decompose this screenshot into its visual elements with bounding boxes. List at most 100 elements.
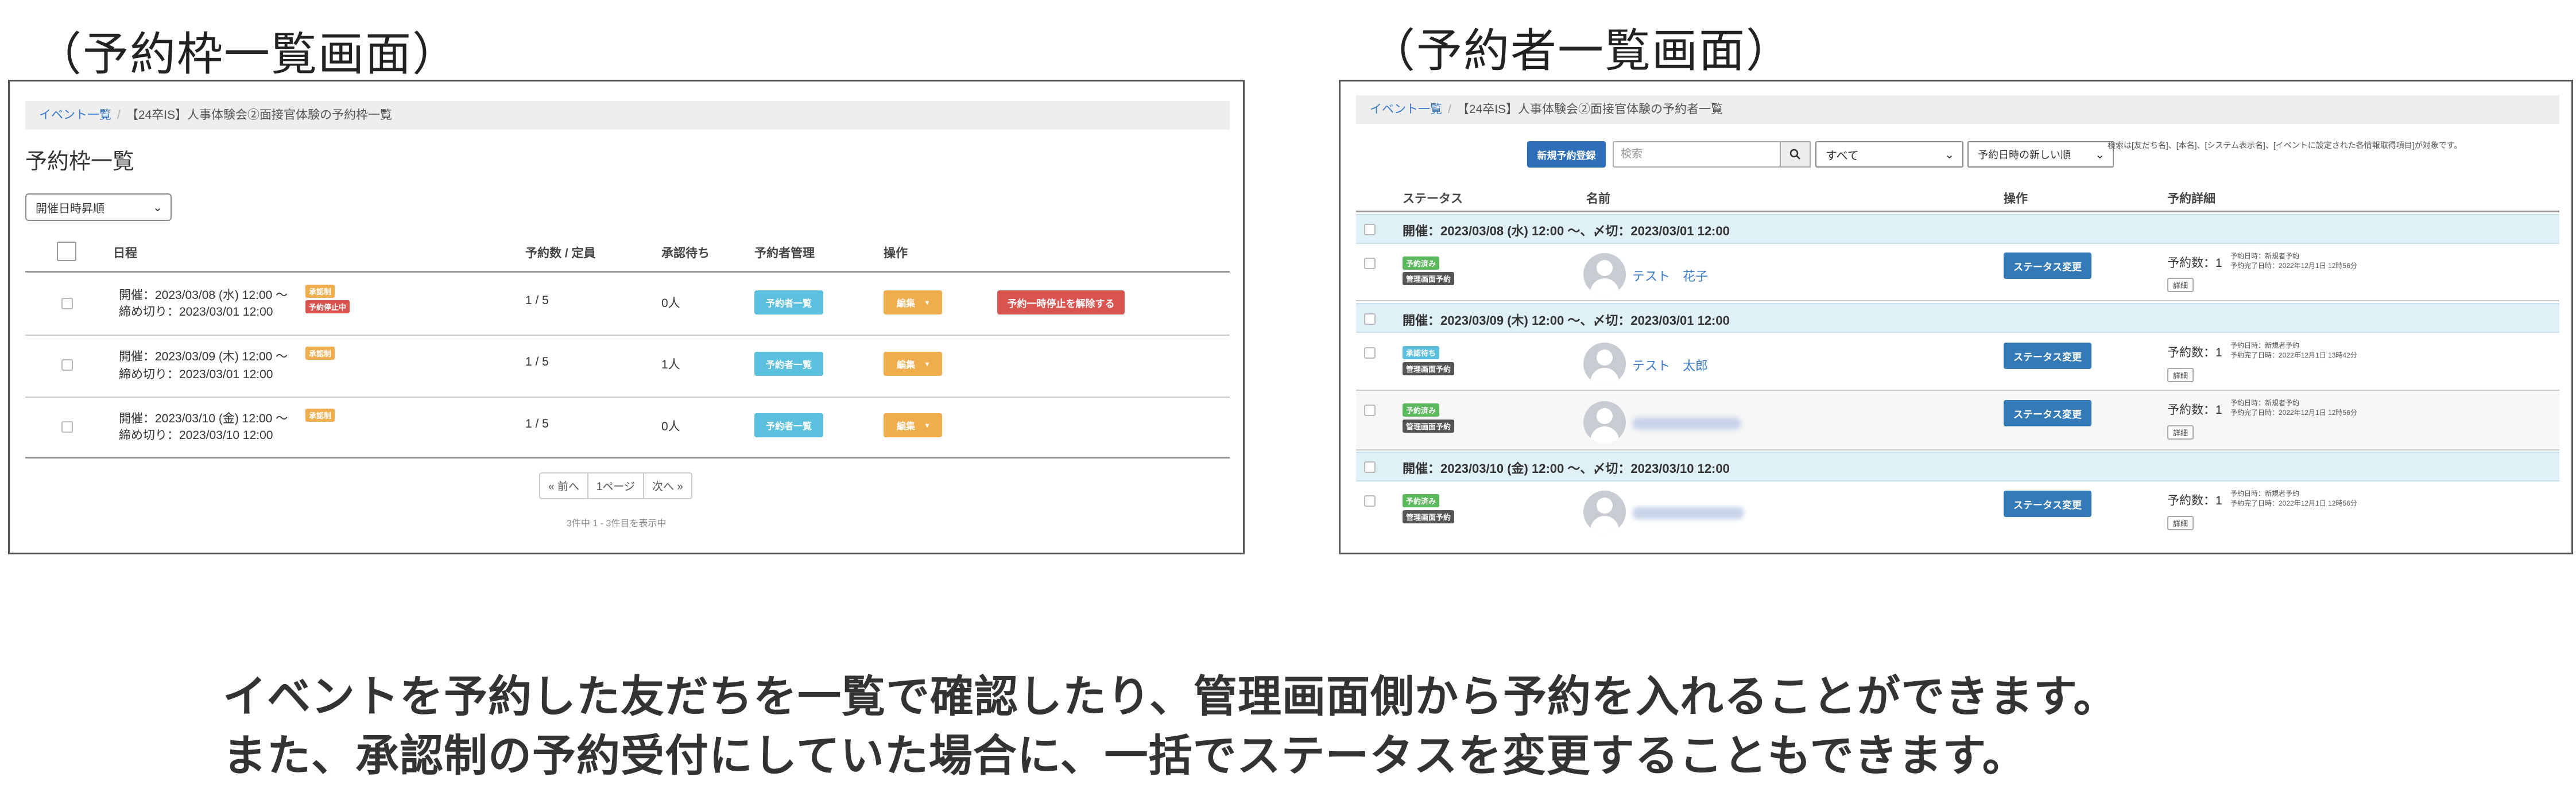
- slot-start: 開催：2023/03/08 (水) 12:00 〜: [119, 289, 288, 302]
- row-checkbox[interactable]: [1364, 495, 1376, 507]
- search-button[interactable]: [1780, 141, 1811, 168]
- caret-down-icon: ▾: [925, 421, 929, 429]
- page-title: 予約枠一覧: [25, 150, 135, 174]
- row-checkbox[interactable]: [1364, 258, 1376, 269]
- breadcrumb-separator: /: [1448, 103, 1451, 116]
- group-checkbox[interactable]: [1364, 224, 1376, 235]
- reservation-count: 予約数：1: [2167, 346, 2222, 359]
- status-change-button[interactable]: ステータス変更: [2004, 253, 2091, 279]
- breadcrumb: イベント一覧 / 【24卒IS】人事体験会②面接官体験の予約者一覧: [1356, 95, 2559, 124]
- edit-button[interactable]: 編集 ▾: [884, 290, 942, 314]
- detail-button[interactable]: 詳細: [2167, 278, 2194, 292]
- source-badge: 管理画面予約: [1403, 272, 1455, 285]
- row-checkbox[interactable]: [61, 298, 73, 309]
- edit-button[interactable]: 編集 ▾: [884, 413, 942, 437]
- slot-start: 開催：2023/03/09 (木) 12:00 〜: [119, 350, 288, 363]
- description-line-1: イベントを予約した友だちを一覧で確認したり、管理画面側から予約を入れることができ…: [223, 671, 2118, 722]
- reservation-slot-list-panel: イベント一覧 / 【24卒IS】人事体験会②面接官体験の予約枠一覧 予約枠一覧 開催…: [8, 80, 1245, 554]
- sort-select[interactable]: 開催日時昇順 ⌄: [25, 193, 172, 221]
- reservation-list-button[interactable]: 予約者一覧: [754, 352, 823, 376]
- status-change-button[interactable]: ステータス変更: [2004, 400, 2091, 426]
- column-header-count: 予約数 / 定員: [525, 247, 596, 260]
- reservation-completed-at: 予約完了日時：2022年12月1日 12時56分: [2230, 409, 2357, 417]
- row-checkbox[interactable]: [1364, 347, 1376, 359]
- reservation-type: 予約日時：新規者予約: [2230, 399, 2300, 407]
- group-label: 開催：2023/03/08 (水) 12:00 〜、〆切：2023/03/01 …: [1403, 224, 1730, 238]
- table-bottom-divider: [25, 457, 1230, 459]
- blurred-name: [1632, 507, 1744, 519]
- column-header-pending: 承認待ち: [661, 247, 710, 260]
- group-checkbox[interactable]: [1364, 461, 1376, 473]
- chevron-down-icon: ⌄: [153, 201, 162, 214]
- pager-current[interactable]: 1ページ: [588, 473, 645, 498]
- row-divider: [1356, 449, 2559, 450]
- left-section-heading: （予約枠一覧画面）: [36, 28, 459, 81]
- source-badge: 管理画面予約: [1403, 362, 1455, 375]
- approval-badge: 承認制: [305, 285, 335, 298]
- right-section-heading: （予約者一覧画面）: [1369, 24, 1793, 77]
- reservant-name[interactable]: テスト 太郎: [1632, 356, 1708, 374]
- slot-pending: 0人: [661, 420, 680, 433]
- search-input[interactable]: 検索: [1613, 141, 1781, 168]
- blurred-name: [1632, 417, 1741, 430]
- caret-down-icon: ▾: [925, 298, 929, 306]
- description-line-2: また、承認制の予約受付にしていた場合に、一括でステータスを変更することもできます…: [223, 730, 2027, 781]
- column-header-name: 名前: [1586, 192, 1610, 205]
- column-header-status: ステータス: [1403, 192, 1463, 205]
- new-reservation-button[interactable]: 新規予約登録: [1527, 141, 1606, 168]
- edit-label: 編集: [896, 299, 915, 309]
- status-change-button[interactable]: ステータス変更: [2004, 491, 2091, 517]
- row-checkbox[interactable]: [61, 359, 73, 371]
- breadcrumb-current: 【24卒IS】人事体験会②面接官体験の予約者一覧: [1456, 103, 1723, 116]
- row-background: [1356, 391, 2559, 449]
- reservant-name[interactable]: テスト 花子: [1632, 266, 1708, 285]
- user-avatar-icon: [1583, 253, 1626, 296]
- chevron-down-icon: ⌄: [2095, 148, 2105, 161]
- detail-button[interactable]: 詳細: [2167, 425, 2194, 440]
- order-select-value: 予約日時の新しい順: [1978, 149, 2071, 161]
- row-checkbox[interactable]: [1364, 405, 1376, 416]
- status-change-button[interactable]: ステータス変更: [2004, 343, 2091, 369]
- status-badge: 承認待ち: [1403, 346, 1440, 359]
- approval-badge: 承認制: [305, 347, 335, 360]
- slot-pending: 1人: [661, 358, 680, 371]
- resume-reservation-button[interactable]: 予約一時停止を解除する: [997, 290, 1125, 314]
- user-avatar-icon: [1583, 491, 1626, 533]
- search-note: 検索は[友だち名]、[本名]、[システム表示名]、[イベントに設定された各情報取…: [2108, 141, 2462, 150]
- reservation-count: 予約数：1: [2167, 257, 2222, 270]
- reservation-count: 予約数：1: [2167, 494, 2222, 507]
- breadcrumb-event-list-link[interactable]: イベント一覧: [39, 108, 111, 122]
- edit-label: 編集: [896, 360, 915, 370]
- row-divider: [1356, 300, 2559, 301]
- source-badge: 管理画面予約: [1403, 510, 1455, 523]
- reservation-list-button[interactable]: 予約者一覧: [754, 413, 823, 437]
- pager-prev[interactable]: « 前へ: [540, 473, 588, 498]
- result-summary: 3件中 1 - 3件目を表示中: [567, 519, 667, 529]
- reservation-list-button[interactable]: 予約者一覧: [754, 290, 823, 314]
- reservation-type: 予約日時：新規者予約: [2230, 341, 2300, 349]
- status-filter-select[interactable]: すべて ⌄: [1815, 141, 1963, 168]
- slot-deadline: 締め切り：2023/03/01 12:00: [119, 368, 273, 381]
- slot-count: 1 / 5: [525, 355, 549, 368]
- slot-pending: 0人: [661, 297, 680, 310]
- detail-button[interactable]: 詳細: [2167, 368, 2194, 382]
- order-select[interactable]: 予約日時の新しい順 ⌄: [1967, 141, 2114, 168]
- source-badge: 管理画面予約: [1403, 420, 1455, 433]
- detail-button[interactable]: 詳細: [2167, 516, 2194, 530]
- pager-next[interactable]: 次へ »: [644, 473, 691, 498]
- select-all-checkbox[interactable]: [57, 242, 76, 261]
- reservation-completed-at: 予約完了日時：2022年12月1日 13時42分: [2230, 351, 2357, 359]
- reservation-type: 予約日時：新規者予約: [2230, 490, 2300, 498]
- search-icon: [1789, 149, 1800, 160]
- group-checkbox[interactable]: [1364, 313, 1376, 325]
- slot-start: 開催：2023/03/10 (金) 12:00 〜: [119, 412, 288, 425]
- approval-badge: 承認制: [305, 409, 335, 422]
- slot-deadline: 締め切り：2023/03/01 12:00: [119, 305, 273, 319]
- user-avatar-icon: [1583, 401, 1626, 444]
- edit-button[interactable]: 編集 ▾: [884, 352, 942, 376]
- row-divider: [25, 335, 1230, 336]
- row-divider: [25, 397, 1230, 398]
- breadcrumb-event-list-link[interactable]: イベント一覧: [1370, 103, 1442, 116]
- row-checkbox[interactable]: [61, 421, 73, 433]
- paused-badge: 予約停止中: [305, 300, 350, 313]
